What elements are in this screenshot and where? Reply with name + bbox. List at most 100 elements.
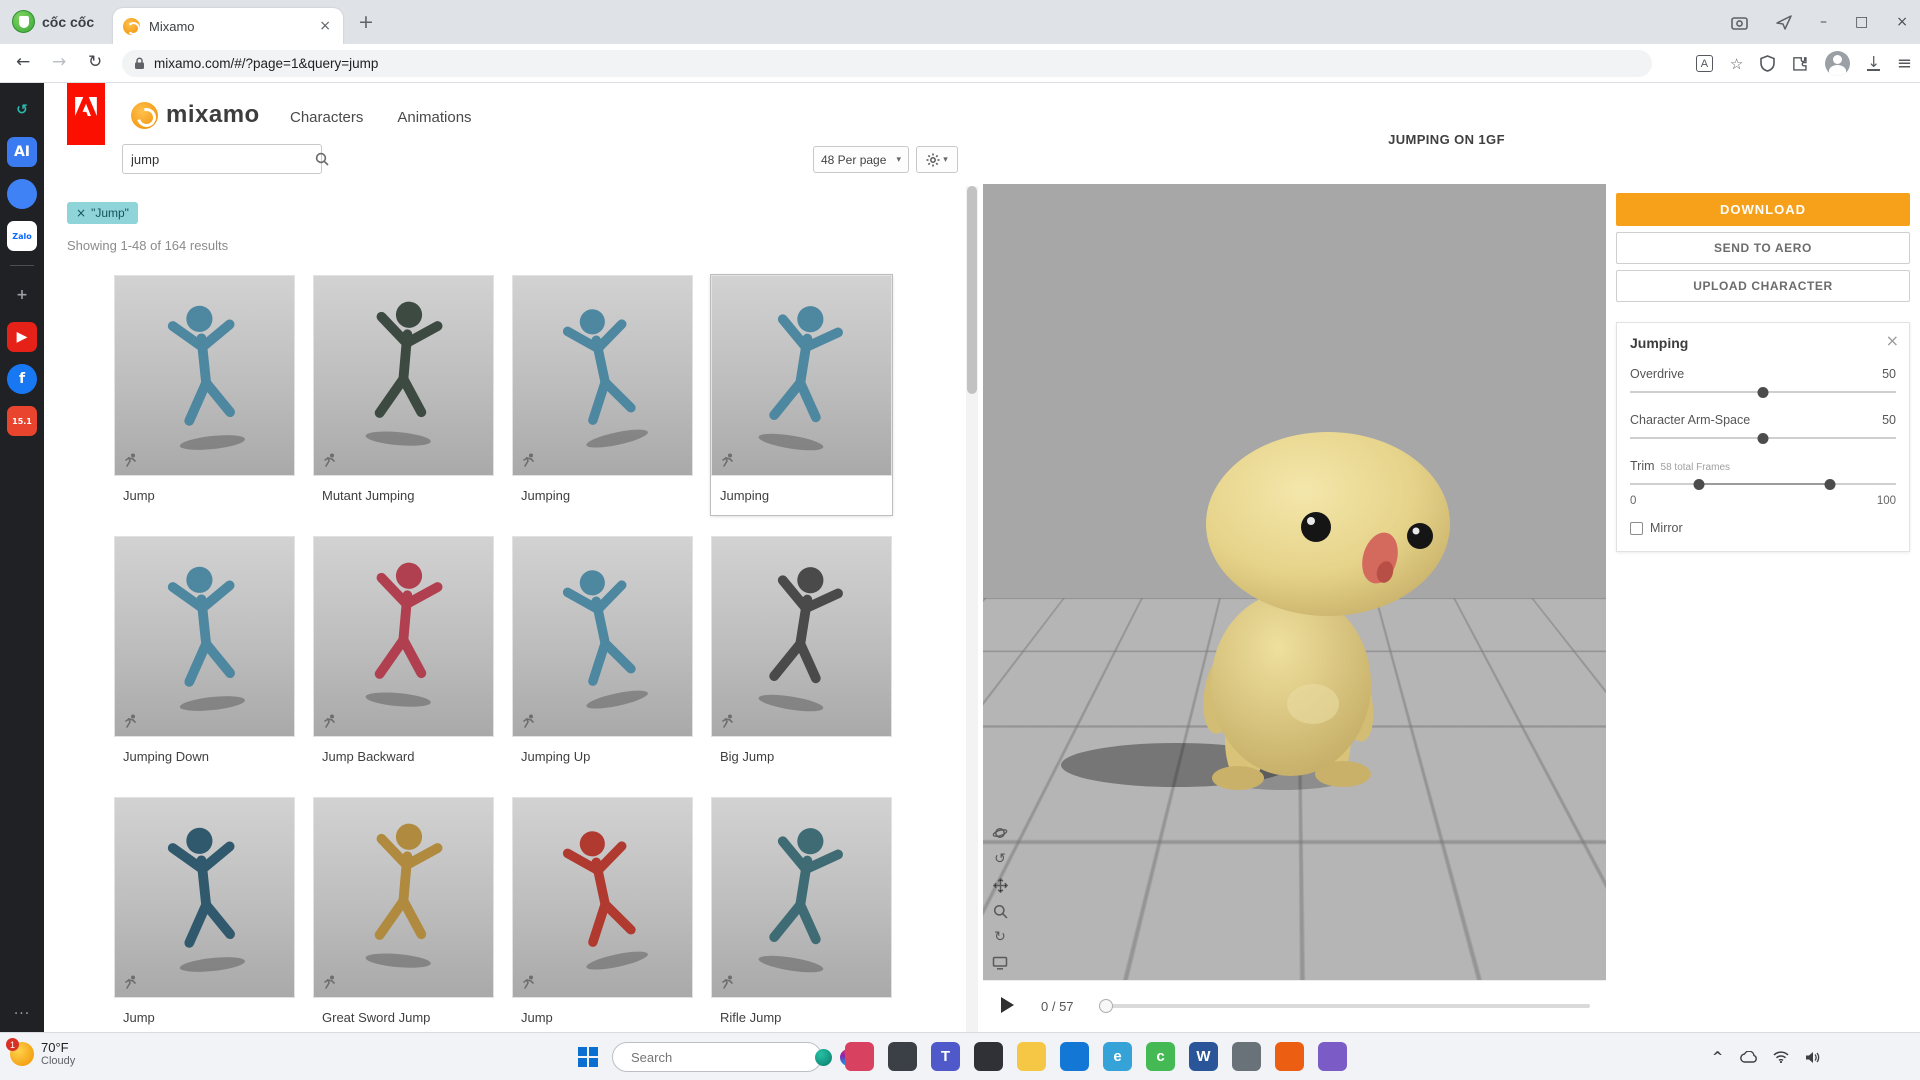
sidebar-more-icon[interactable]: ··· bbox=[0, 1006, 44, 1022]
sale-15-1-icon[interactable]: 15.1 bbox=[7, 406, 37, 436]
trim-slider[interactable] bbox=[1630, 478, 1896, 491]
history-icon[interactable]: ↺ bbox=[7, 95, 37, 125]
animation-card[interactable]: Rifle Jump bbox=[711, 797, 892, 1032]
upload-character-button[interactable]: UPLOAD CHARACTER bbox=[1616, 270, 1910, 302]
settings-gear-button[interactable]: ▾ bbox=[916, 146, 958, 173]
animation-thumbnail[interactable] bbox=[313, 275, 494, 476]
animation-card[interactable]: Jumping bbox=[710, 274, 893, 516]
volume-icon[interactable] bbox=[1805, 1051, 1820, 1064]
downloads-icon[interactable]: ↓ bbox=[1867, 55, 1880, 71]
search-input[interactable] bbox=[123, 151, 315, 167]
play-button[interactable] bbox=[999, 996, 1015, 1014]
animation-thumbnail[interactable] bbox=[512, 275, 693, 476]
monitor-icon[interactable] bbox=[888, 1042, 917, 1071]
animation-card[interactable]: Jump Backward bbox=[313, 536, 494, 776]
media-orange-icon[interactable] bbox=[1275, 1042, 1304, 1071]
search-icon[interactable] bbox=[315, 152, 329, 166]
undo-rotate-icon[interactable]: ↺ bbox=[991, 850, 1009, 868]
animation-thumbnail[interactable] bbox=[114, 797, 295, 998]
scrollbar-thumb[interactable] bbox=[967, 186, 977, 394]
animation-card[interactable]: Mutant Jumping bbox=[313, 275, 494, 515]
filter-chip-jump[interactable]: × "Jump" bbox=[67, 202, 138, 224]
browser-menu-icon[interactable]: ≡ bbox=[1897, 53, 1912, 74]
animation-card[interactable]: Jumping Down bbox=[114, 536, 295, 776]
taskbar-search-box[interactable] bbox=[612, 1042, 857, 1072]
overdrive-slider[interactable] bbox=[1630, 386, 1896, 399]
animation-card[interactable]: Jump bbox=[114, 797, 295, 1032]
wifi-icon[interactable] bbox=[1773, 1051, 1789, 1063]
profile-avatar[interactable] bbox=[1825, 51, 1851, 76]
animation-thumbnail[interactable] bbox=[313, 536, 494, 737]
add-icon[interactable]: + bbox=[7, 280, 37, 310]
onedrive-cloud-icon[interactable] bbox=[1739, 1051, 1757, 1063]
mixamo-logo[interactable]: mixamo bbox=[131, 101, 260, 129]
settings-icon[interactable] bbox=[1232, 1042, 1261, 1071]
taskbar-search-input[interactable] bbox=[631, 1049, 807, 1065]
browser-tab-mixamo[interactable]: Mixamo × bbox=[113, 8, 343, 44]
armspace-handle[interactable] bbox=[1757, 433, 1769, 444]
window-maximize-button[interactable]: □ bbox=[1855, 14, 1868, 30]
animation-thumbnail[interactable] bbox=[512, 536, 693, 737]
trim-end-handle[interactable] bbox=[1824, 479, 1835, 490]
translate-icon[interactable]: A bbox=[1695, 55, 1713, 72]
animation-thumbnail[interactable] bbox=[114, 275, 295, 476]
animation-thumbnail[interactable] bbox=[711, 797, 892, 998]
bookmark-star-icon[interactable]: ☆ bbox=[1730, 55, 1743, 73]
window-minimize-button[interactable]: – bbox=[1820, 14, 1827, 30]
reload-button[interactable]: ↻ bbox=[88, 52, 102, 72]
animation-thumbnail[interactable] bbox=[512, 797, 693, 998]
facebook-icon[interactable]: f bbox=[7, 364, 37, 394]
task-view-icon[interactable] bbox=[974, 1042, 1003, 1071]
teams-icon[interactable]: T bbox=[931, 1042, 960, 1071]
zalo-icon[interactable]: Zalo bbox=[7, 221, 37, 251]
weather-widget[interactable]: 1 70°F Cloudy bbox=[6, 1038, 75, 1068]
timeline-handle[interactable] bbox=[1098, 999, 1113, 1013]
extensions-puzzle-icon[interactable] bbox=[1792, 56, 1808, 72]
timeline-track[interactable] bbox=[1101, 1004, 1590, 1008]
window-close-button[interactable]: × bbox=[1896, 14, 1908, 30]
animation-card[interactable]: Jump bbox=[512, 797, 693, 1032]
animation-card[interactable]: Great Sword Jump bbox=[313, 797, 494, 1032]
media-purple-icon[interactable] bbox=[1318, 1042, 1347, 1071]
overdrive-handle[interactable] bbox=[1757, 387, 1769, 398]
animation-thumbnail[interactable] bbox=[711, 536, 892, 737]
messenger-icon[interactable] bbox=[7, 179, 37, 209]
fullscreen-icon[interactable] bbox=[991, 954, 1009, 972]
download-button[interactable]: DOWNLOAD bbox=[1616, 193, 1910, 226]
forward-button[interactable]: → bbox=[52, 52, 66, 72]
timeline-slider[interactable] bbox=[1098, 999, 1590, 1013]
snapshot-icon[interactable] bbox=[1731, 15, 1748, 30]
results-scrollbar[interactable] bbox=[966, 186, 978, 1032]
per-page-select[interactable]: 48 Per page ▾ bbox=[813, 146, 909, 173]
shield-icon[interactable] bbox=[1760, 55, 1776, 72]
orbit-icon[interactable] bbox=[991, 824, 1009, 842]
coccoc-icon[interactable]: c bbox=[1146, 1042, 1175, 1071]
animation-card[interactable]: Jump bbox=[114, 275, 295, 515]
pan-icon[interactable] bbox=[991, 876, 1009, 894]
zoom-icon[interactable] bbox=[991, 902, 1009, 920]
ai-assistant-icon[interactable]: AI bbox=[7, 137, 37, 167]
animation-thumbnail[interactable] bbox=[711, 275, 892, 476]
turbo-icon[interactable] bbox=[1776, 14, 1792, 30]
animation-thumbnail[interactable] bbox=[114, 536, 295, 737]
store-icon[interactable] bbox=[1060, 1042, 1089, 1071]
send-to-aero-button[interactable]: SEND TO AERO bbox=[1616, 232, 1910, 264]
start-button[interactable] bbox=[578, 1047, 598, 1067]
nav-animations[interactable]: Animations bbox=[397, 109, 471, 126]
new-tab-button[interactable]: + bbox=[358, 11, 374, 33]
back-button[interactable]: ← bbox=[16, 52, 30, 72]
viewer-3d-canvas[interactable]: ↺ ↻ bbox=[983, 184, 1606, 980]
file-explorer-icon[interactable] bbox=[1017, 1042, 1046, 1071]
armspace-slider[interactable] bbox=[1630, 432, 1896, 445]
address-bar[interactable]: mixamo.com/#/?page=1&query=jump bbox=[122, 50, 1652, 77]
animation-card[interactable]: Jumping Up bbox=[512, 536, 693, 776]
animation-thumbnail[interactable] bbox=[313, 797, 494, 998]
tab-close-icon[interactable]: × bbox=[317, 18, 333, 34]
chip-close-icon[interactable]: × bbox=[76, 206, 86, 220]
word-icon[interactable]: W bbox=[1189, 1042, 1218, 1071]
nav-characters[interactable]: Characters bbox=[290, 109, 363, 126]
tray-chevron-up-icon[interactable]: ^ bbox=[1712, 1050, 1723, 1065]
mirror-checkbox[interactable] bbox=[1630, 521, 1643, 535]
trim-start-handle[interactable] bbox=[1693, 479, 1705, 490]
panel-close-icon[interactable]: × bbox=[1886, 331, 1899, 350]
